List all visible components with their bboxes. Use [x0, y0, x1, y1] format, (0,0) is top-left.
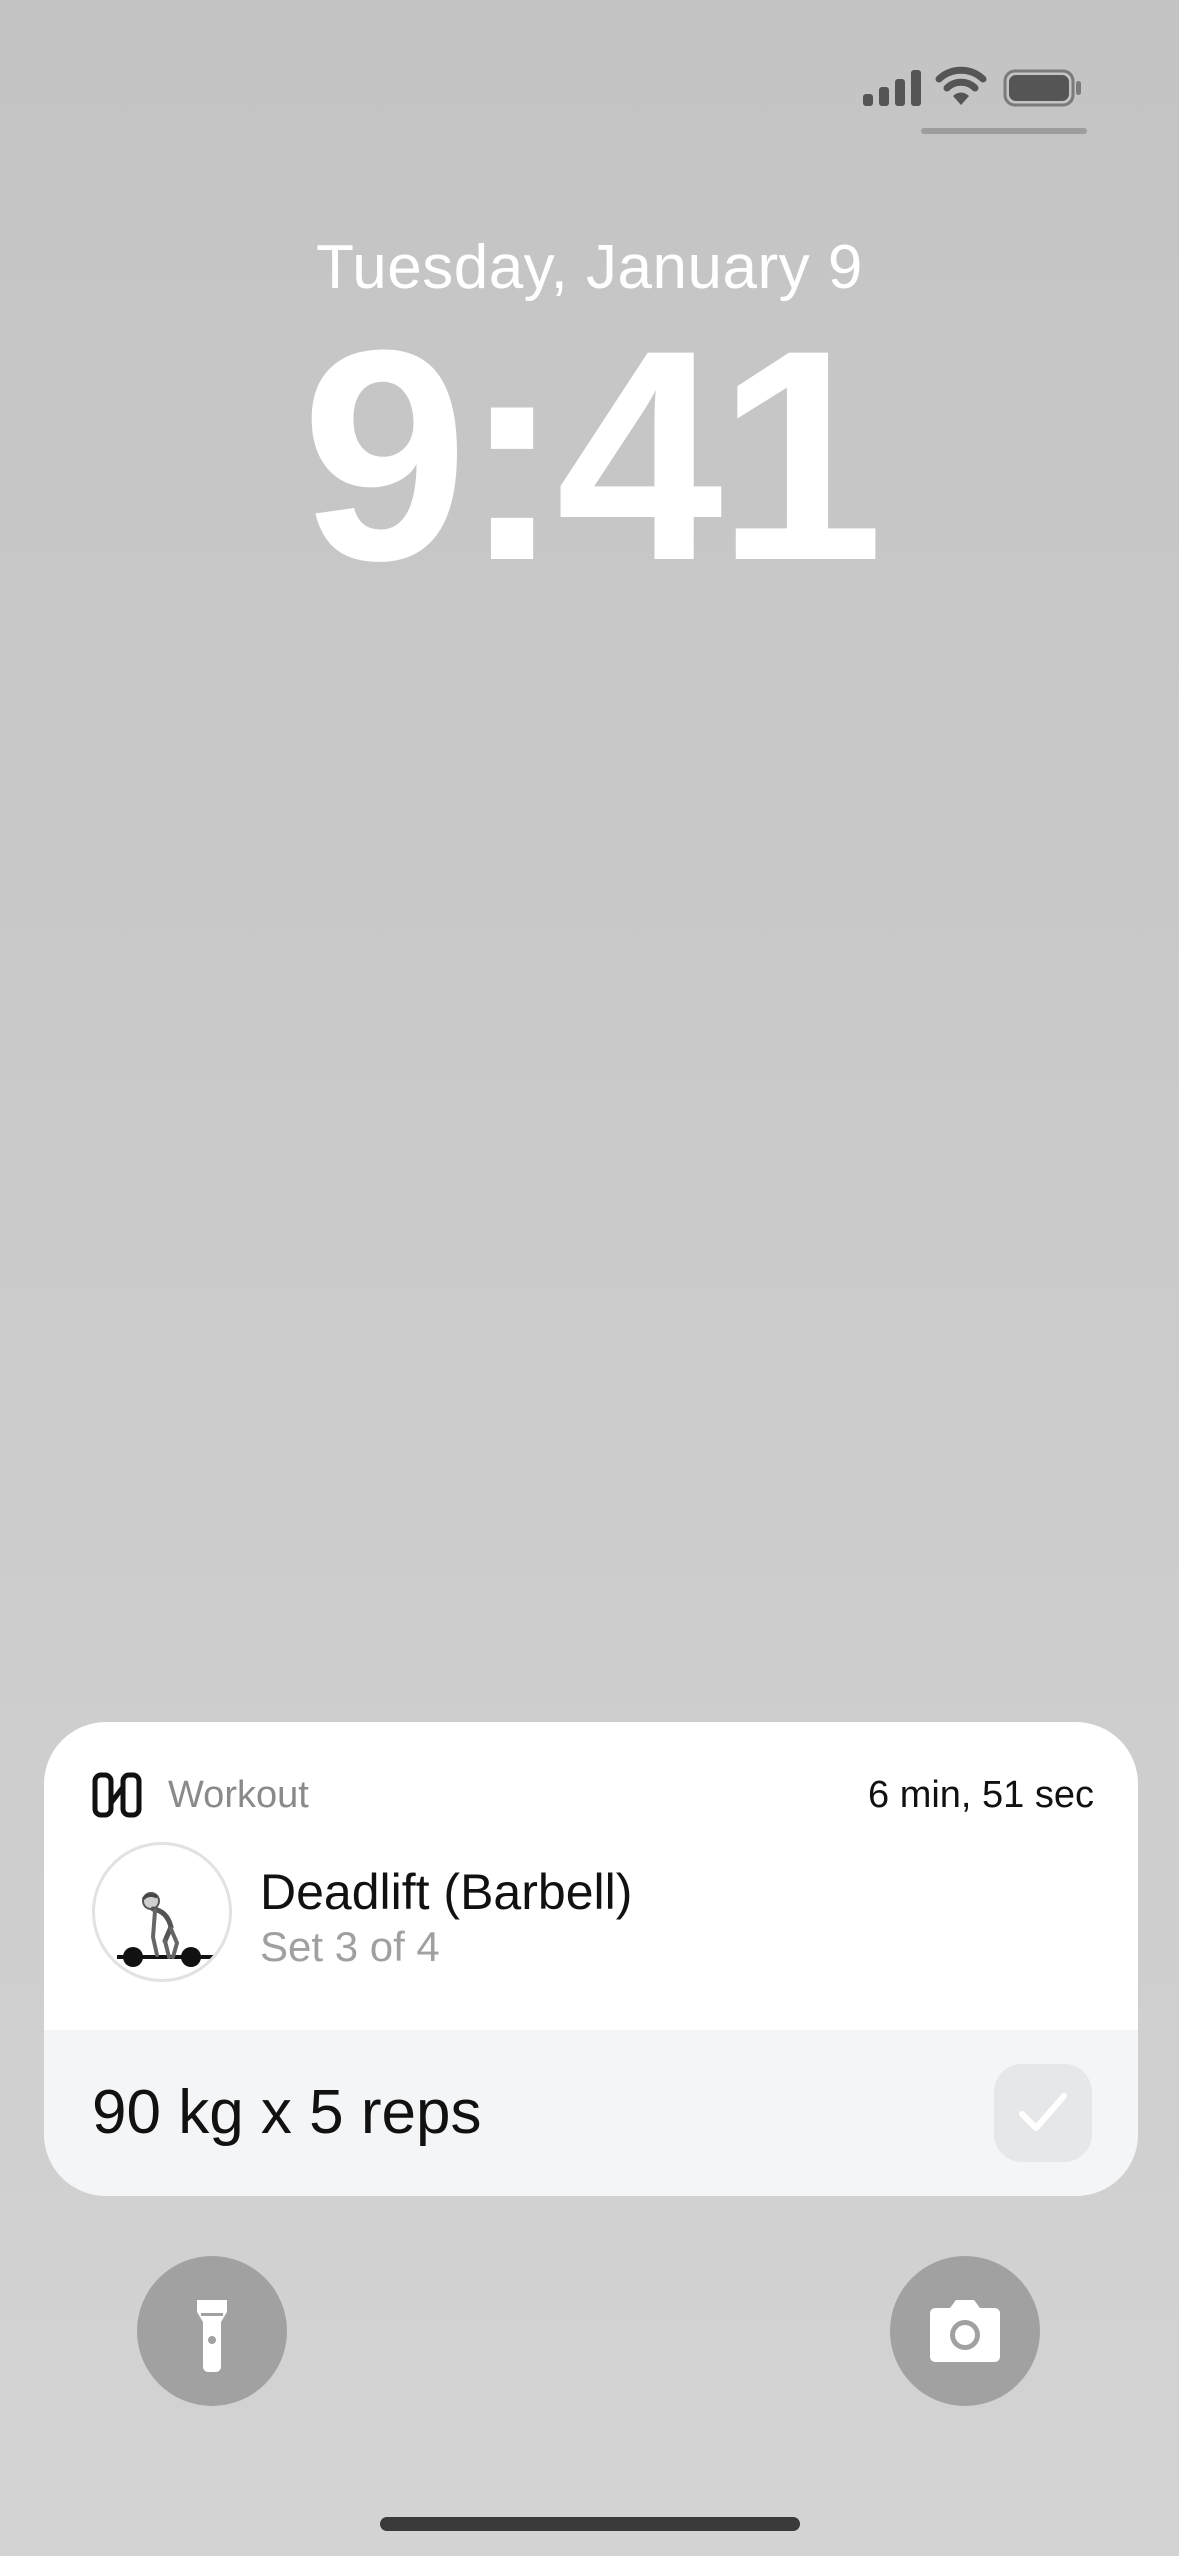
cellular-signal-icon [863, 70, 923, 106]
workout-live-activity[interactable]: Workout 6 min, 51 sec Deadlift (Barbell)… [44, 1722, 1138, 2196]
lock-screen-clock: 9:41 [301, 287, 883, 623]
home-indicator[interactable] [380, 2517, 800, 2531]
set-progress: Set 3 of 4 [260, 1923, 440, 1970]
app-logo-icon [92, 1772, 142, 1818]
elapsed-time: 6 min, 51 sec [868, 1774, 1094, 1816]
status-underline [921, 128, 1087, 134]
app-name: Workout [168, 1774, 309, 1816]
exercise-name: Deadlift (Barbell) [260, 1864, 633, 1920]
status-bar [863, 62, 1087, 142]
complete-set-button[interactable] [994, 2064, 1092, 2162]
checkmark-icon [1019, 2093, 1067, 2131]
camera-button[interactable] [890, 2256, 1040, 2406]
wifi-icon [935, 64, 987, 108]
battery-icon [1003, 68, 1083, 108]
camera-icon [930, 2300, 1000, 2362]
flashlight-icon [197, 2300, 227, 2372]
deadlift-illustration [92, 1842, 232, 1982]
flashlight-button[interactable] [137, 2256, 287, 2406]
current-set-row: 90 kg x 5 reps [44, 2030, 1138, 2196]
set-detail: 90 kg x 5 reps [92, 2078, 482, 2147]
live-activity-header: Workout 6 min, 51 sec [92, 1772, 1094, 1822]
